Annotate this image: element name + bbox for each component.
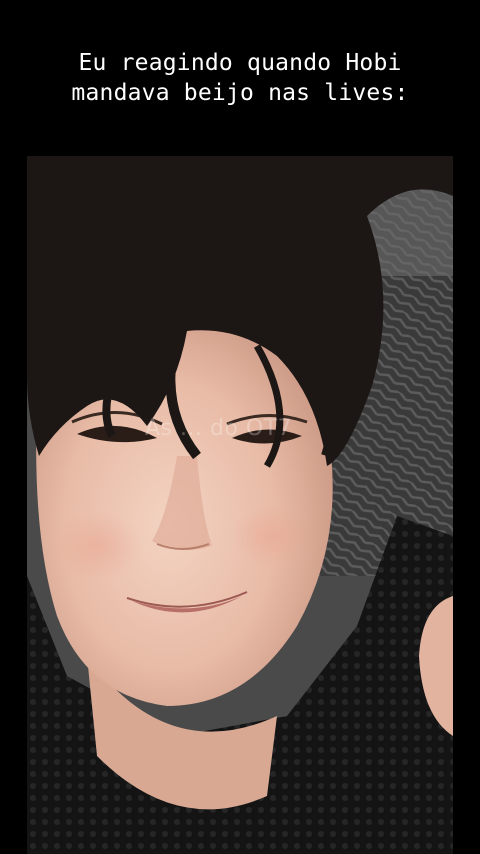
caption-line-2: mandava beijo nas lives: bbox=[71, 80, 409, 106]
selfie-illustration bbox=[27, 156, 453, 854]
meme-caption: Eu reagindo quando Hobi mandava beijo na… bbox=[0, 48, 480, 108]
watermark-text: As ... do OT7 bbox=[145, 416, 293, 441]
caption-line-1: Eu reagindo quando Hobi bbox=[78, 50, 402, 76]
selfie-photo: As ... do OT7 bbox=[27, 156, 453, 854]
